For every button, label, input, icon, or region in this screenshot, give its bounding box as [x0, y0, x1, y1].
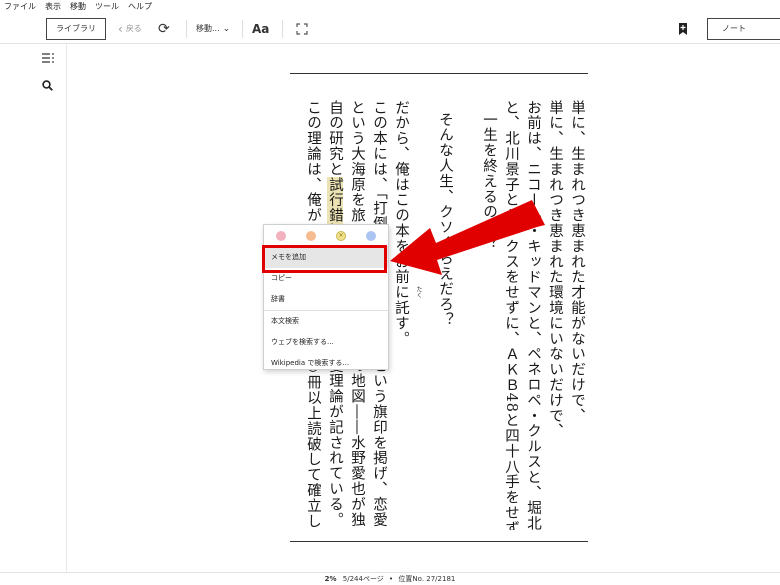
text-column-lower: ○冊以上読破して確立し	[305, 358, 321, 529]
go-to-dropdown[interactable]: 移動... ⌄	[196, 18, 230, 40]
menu-tools[interactable]: ツール	[95, 0, 119, 14]
toolbar-divider	[282, 20, 283, 38]
menu-bar: ファイル 表示 移動 ツール ヘルプ	[0, 0, 780, 14]
search-icon	[42, 80, 53, 91]
status-bar: 2% 5/244ページ • 位置No. 27/2181	[0, 572, 780, 585]
highlight-yellow-swatch[interactable]: ×	[336, 231, 346, 241]
remove-highlight-icon: ×	[338, 232, 344, 239]
bookmark-button[interactable]	[678, 18, 688, 40]
menu-item-search-web[interactable]: ウェブを検索する...	[264, 332, 388, 353]
sync-button[interactable]: ⟳	[158, 18, 170, 40]
status-separator: •	[389, 575, 394, 583]
fullscreen-button[interactable]	[296, 18, 308, 40]
annotation-highlight-box	[262, 245, 387, 273]
menu-file[interactable]: ファイル	[4, 0, 36, 14]
highlight-color-row: ×	[264, 225, 388, 247]
text-column: 一生を終えるのか？	[481, 112, 497, 251]
text-column	[456, 100, 478, 530]
search-button[interactable]	[42, 80, 53, 94]
highlight-blue-swatch[interactable]	[366, 231, 376, 241]
text-column-lower: の地図――水野愛也が独	[349, 358, 365, 528]
font-settings-button[interactable]: Aa	[252, 18, 269, 40]
toc-icon	[42, 53, 54, 63]
menu-item-search-wikipedia[interactable]: Wikipedia で検索する...	[264, 353, 388, 374]
page-count: 5/244ページ	[342, 575, 384, 583]
text-column: 単に、生まれつき恵まれた才能がないだけで、	[569, 100, 585, 424]
progress-percent: 2%	[324, 575, 337, 583]
text-column: そんな人生、クソくらえだろ？	[437, 112, 453, 328]
sidebar	[0, 44, 67, 573]
page-top-rule	[290, 73, 588, 74]
text-column: と、北川景子とセックスをせずに、ＡＫＢ48と四十八手をせずに、	[503, 100, 519, 530]
library-button[interactable]: ライブラリ	[46, 18, 106, 40]
library-label: ライブラリ	[56, 24, 96, 33]
toolbar: ライブラリ ‹ 戻る ⟳ 移動... ⌄ Aa ノート	[0, 14, 780, 44]
highlight-pink-swatch[interactable]	[276, 231, 286, 241]
menu-go[interactable]: 移動	[70, 0, 86, 14]
menu-view[interactable]: 表示	[45, 0, 61, 14]
highlight-orange-swatch[interactable]	[306, 231, 316, 241]
annotation-arrow	[390, 200, 545, 275]
refresh-icon: ⟳	[158, 21, 170, 37]
text-segment: 自の研究と	[327, 100, 343, 177]
toolbar-divider	[186, 20, 187, 38]
font-label: Aa	[252, 22, 270, 36]
text-column-lower: という旗印を掲げ、恋愛	[371, 358, 387, 528]
chevron-down-icon: ⌄	[222, 24, 231, 34]
menu-item-dictionary[interactable]: 辞書	[264, 289, 388, 310]
text-column-lower: 愛理論が記されている。	[327, 358, 343, 528]
text-column	[412, 100, 434, 530]
bookmark-icon	[679, 23, 687, 35]
text-column: お前は、ニコール・キッドマンと、ペネロペ・クルスと、堀北真希	[525, 100, 541, 530]
location-number: 位置No. 27/2181	[398, 575, 456, 583]
text-column: だから、俺はこの本をお前に託す。	[393, 100, 409, 347]
ruby-text: たく	[415, 286, 422, 298]
fullscreen-icon	[296, 23, 308, 35]
toc-button[interactable]	[42, 52, 54, 66]
go-to-label: 移動...	[196, 24, 220, 33]
toolbar-divider	[242, 20, 243, 38]
text-column: 単に、生まれつき恵まれた環境にいないだけで、	[547, 100, 563, 439]
back-label: 戻る	[125, 24, 142, 33]
notes-button[interactable]: ノート	[707, 18, 780, 40]
menu-help[interactable]: ヘルプ	[128, 0, 152, 14]
menu-item-search-book[interactable]: 本文検索	[264, 311, 388, 332]
notes-label: ノート	[722, 24, 746, 33]
back-button[interactable]: ‹ 戻る	[118, 18, 142, 40]
chevron-left-icon: ‹	[118, 22, 123, 36]
